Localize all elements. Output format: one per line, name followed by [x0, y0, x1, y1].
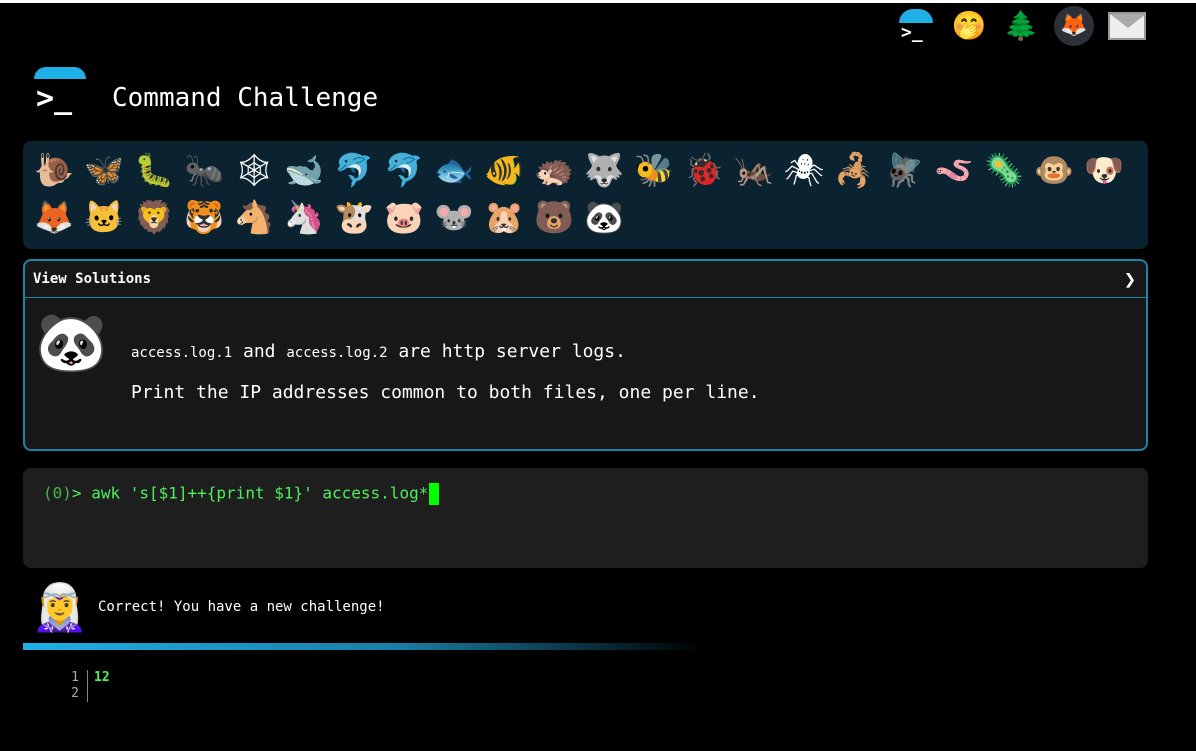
panda-icon: 🐼 — [35, 308, 108, 376]
animal-challenge-icon[interactable]: 🐻 — [529, 194, 579, 241]
animal-challenge-icon[interactable]: 🐬 — [379, 147, 429, 194]
gitlab-icon[interactable]: 🦊 — [1054, 6, 1094, 46]
animal-challenge-icon[interactable]: 🕸 — [229, 147, 279, 194]
chevron-right-icon[interactable]: ❯ — [1124, 267, 1136, 291]
terminal-logo-icon[interactable]: >_ — [898, 7, 936, 45]
animal-challenge-icon[interactable]: 🐠 — [479, 147, 529, 194]
animal-challenge-icon[interactable]: 🐜 — [179, 147, 229, 194]
output-line: 1 12 — [62, 670, 110, 686]
line-text — [88, 686, 94, 702]
command-output: 1 12 2 — [62, 670, 110, 702]
challenge-description: access.log.1 and access.log.2 are http s… — [131, 341, 760, 423]
prompt-symbol: > — [71, 483, 82, 503]
challenge-line-1-rest: are http server logs. — [398, 341, 626, 362]
animal-challenge-icon[interactable]: 🐯 — [179, 194, 229, 241]
feedback-row: 🧝‍♀️ Correct! You have a new challenge! — [30, 580, 385, 634]
conjunction: and — [243, 341, 276, 362]
evergreen-tree-icon[interactable]: 🌲 — [1002, 6, 1040, 46]
progress-bar — [23, 643, 703, 650]
top-border — [0, 0, 1196, 3]
challenge-animal-picker: 🐌 🦋 🐛 🐜 🕸 🐋 🐬 🐬 🐟 🐠 🦔 🐺 🐝 🐞 🦗 🕷 🦂 🪰 🪱 🦠 🐵 🐶 🦊 🐱 🦁 🐯 🐴 🦄 🐮 🐷 🐭 🐹 🐻 🐼 — [23, 141, 1148, 249]
animal-challenge-icon[interactable]: 🐱 — [79, 194, 129, 241]
animal-challenge-icon[interactable]: 🦂 — [829, 147, 879, 194]
animal-challenge-icon[interactable]: 🐴 — [229, 194, 279, 241]
animal-challenge-icon[interactable]: 🐞 — [679, 147, 729, 194]
file-name-1: access.log.1 — [131, 345, 233, 361]
challenge-line-2: Print the IP addresses common to both fi… — [131, 382, 760, 403]
animal-challenge-icon[interactable]: 🐮 — [329, 194, 379, 241]
animal-challenge-icon[interactable]: 🐶 — [1079, 147, 1129, 194]
brand-header: >_ Command Challenge — [34, 67, 394, 127]
animal-challenge-icon[interactable]: 🕷 — [779, 147, 829, 194]
logo-arc-icon — [34, 67, 86, 79]
exit-status: (0) — [43, 483, 72, 503]
animal-challenge-icon[interactable]: 🐌 — [29, 147, 79, 194]
top-nav: >_ 🤭 🌲 🦊 — [898, 6, 1146, 46]
animal-challenge-icon[interactable]: 🐷 — [379, 194, 429, 241]
animal-challenge-icon[interactable]: 🐟 — [429, 147, 479, 194]
animal-challenge-icon[interactable]: 🐭 — [429, 194, 479, 241]
line-number: 2 — [62, 686, 88, 702]
animal-challenge-icon[interactable]: 🐬 — [329, 147, 379, 194]
animal-challenge-icon[interactable]: 🦊 — [29, 194, 79, 241]
command-text[interactable]: awk 's[$1]++{print $1}' access.log* — [91, 484, 428, 503]
animal-challenge-icon[interactable]: 🐺 — [579, 147, 629, 194]
animal-challenge-icon[interactable]: 🐼 — [579, 194, 629, 241]
animal-challenge-icon[interactable]: 🐋 — [279, 147, 329, 194]
animal-challenge-icon[interactable]: 🪰 — [879, 147, 929, 194]
animal-challenge-icon[interactable]: 🦔 — [529, 147, 579, 194]
animal-challenge-icon[interactable]: 🦠 — [979, 147, 1029, 194]
file-name-2: access.log.2 — [286, 345, 388, 361]
terminal-prompt-icon: >_ — [36, 81, 73, 116]
feedback-message: Correct! You have a new challenge! — [98, 599, 385, 615]
elf-avatar-icon: 🧝‍♀️ — [31, 580, 89, 634]
animal-challenge-icon[interactable]: 🦁 — [129, 194, 179, 241]
animal-challenge-icon[interactable]: 🦄 — [279, 194, 329, 241]
page-title: Command Challenge — [112, 83, 379, 113]
challenge-panel: View Solutions ❯ 🐼 access.log.1 and acce… — [23, 259, 1148, 451]
animal-challenge-icon[interactable]: 🐵 — [1029, 147, 1079, 194]
animal-challenge-icon[interactable]: 🐹 — [479, 194, 529, 241]
line-number: 1 — [62, 670, 88, 686]
text-cursor — [429, 483, 440, 505]
animal-challenge-icon[interactable]: 🐛 — [129, 147, 179, 194]
face-with-hand-over-mouth-icon[interactable]: 🤭 — [950, 6, 988, 46]
view-solutions-label: View Solutions — [33, 271, 152, 287]
output-line: 2 — [62, 686, 110, 702]
envelope-icon[interactable] — [1108, 6, 1146, 46]
animal-challenge-icon[interactable]: 🦗 — [729, 147, 779, 194]
animal-challenge-icon[interactable]: 🪱 — [929, 147, 979, 194]
line-text: 12 — [94, 670, 110, 685]
view-solutions-toggle[interactable]: View Solutions ❯ — [25, 261, 1146, 298]
animal-challenge-icon[interactable]: 🦋 — [79, 147, 129, 194]
animal-challenge-icon[interactable]: 🐝 — [629, 147, 679, 194]
command-input[interactable]: (0)> awk 's[$1]++{print $1}' access.log* — [23, 468, 1148, 568]
challenge-line-1: access.log.1 and access.log.2 are http s… — [131, 341, 760, 362]
